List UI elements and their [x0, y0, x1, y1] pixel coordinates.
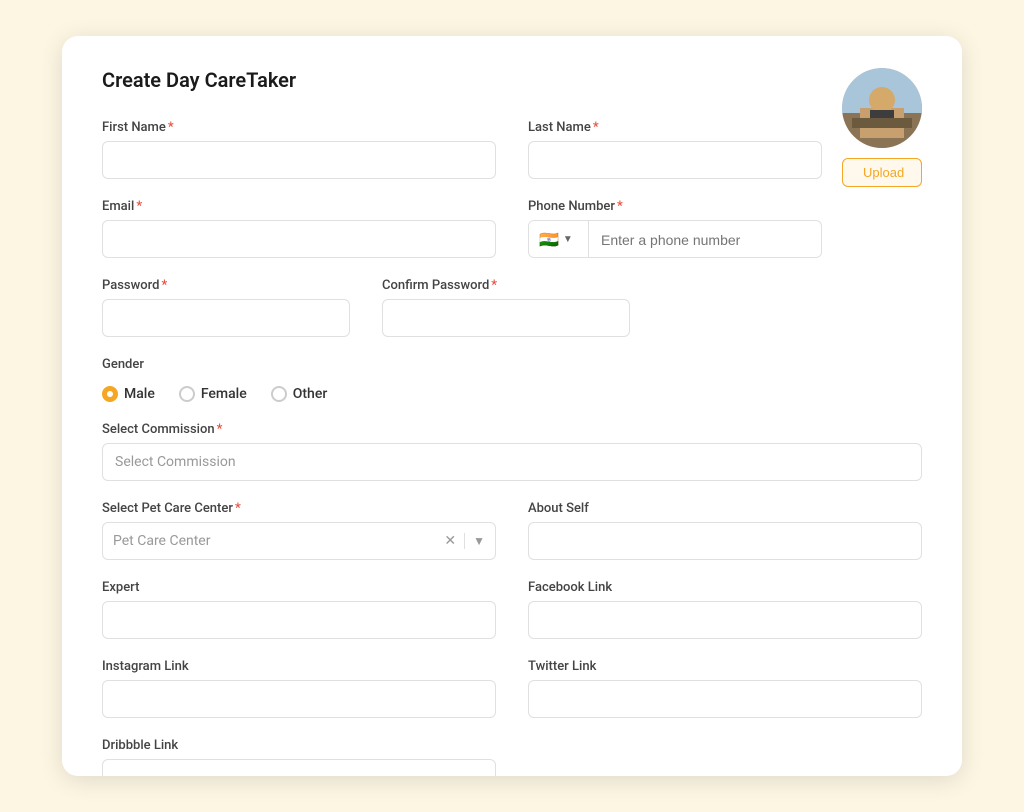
avatar-upload-section: Upload: [842, 68, 922, 187]
dribbble-link-group: Dribbble Link: [102, 738, 496, 776]
clear-icon[interactable]: ✕: [444, 533, 456, 549]
first-name-label: First Name*: [102, 120, 496, 135]
about-self-input[interactable]: [528, 522, 922, 560]
form-grid: First Name* Last Name* Email*: [102, 120, 922, 776]
last-name-group: Last Name*: [528, 120, 822, 179]
gender-male-radio[interactable]: [102, 386, 118, 402]
first-name-group: First Name*: [102, 120, 496, 179]
gender-other-radio[interactable]: [271, 386, 287, 402]
select-divider: [464, 533, 465, 549]
select-commission-placeholder: Select Commission: [115, 454, 236, 470]
expert-group: Expert: [102, 580, 496, 639]
india-flag-icon: 🇮🇳: [539, 230, 559, 249]
gender-female-radio[interactable]: [179, 386, 195, 402]
password-label: Password*: [102, 278, 350, 293]
multiselect-icons: ✕ ▼: [444, 533, 485, 549]
expert-input[interactable]: [102, 601, 496, 639]
phone-flag-selector[interactable]: 🇮🇳 ▼: [529, 221, 589, 257]
last-name-input[interactable]: [528, 141, 822, 179]
instagram-link-label: Instagram Link: [102, 659, 496, 674]
about-self-group: About Self: [528, 501, 922, 560]
twitter-link-label: Twitter Link: [528, 659, 922, 674]
gender-other-label: Other: [293, 386, 328, 402]
dribbble-link-label: Dribbble Link: [102, 738, 496, 753]
about-self-label: About Self: [528, 501, 922, 516]
phone-input[interactable]: [589, 221, 821, 258]
gender-male-option[interactable]: Male: [102, 386, 155, 402]
instagram-link-input[interactable]: [102, 680, 496, 718]
gender-female-option[interactable]: Female: [179, 386, 247, 402]
phone-field-wrapper: 🇮🇳 ▼: [528, 220, 822, 258]
chevron-down-icon[interactable]: ▼: [473, 534, 485, 548]
pet-care-center-multiselect[interactable]: Pet Care Center ✕ ▼: [102, 522, 496, 560]
gender-female-label: Female: [201, 386, 247, 402]
select-pet-care-center-label: Select Pet Care Center*: [102, 501, 496, 516]
avatar: [842, 68, 922, 148]
facebook-link-input[interactable]: [528, 601, 922, 639]
gender-other-option[interactable]: Other: [271, 386, 328, 402]
password-group: Password*: [102, 278, 350, 337]
upload-button[interactable]: Upload: [842, 158, 922, 187]
twitter-link-group: Twitter Link: [528, 659, 922, 718]
gender-label: Gender: [102, 357, 922, 372]
phone-number-label: Phone Number*: [528, 199, 822, 214]
email-label: Email*: [102, 199, 496, 214]
select-commission-dropdown[interactable]: Select Commission: [102, 443, 922, 481]
confirm-password-label: Confirm Password*: [382, 278, 630, 293]
last-name-label: Last Name*: [528, 120, 822, 135]
phone-number-group: Phone Number* 🇮🇳 ▼: [528, 199, 822, 258]
confirm-password-input[interactable]: [382, 299, 630, 337]
expert-label: Expert: [102, 580, 496, 595]
gender-male-label: Male: [124, 386, 155, 402]
pet-care-center-placeholder: Pet Care Center: [113, 533, 210, 549]
password-input[interactable]: [102, 299, 350, 337]
select-commission-label: Select Commission*: [102, 422, 922, 437]
form-title: Create Day CareTaker: [102, 68, 922, 92]
select-pet-care-center-group: Select Pet Care Center* Pet Care Center …: [102, 501, 496, 560]
form-card: Upload Create Day CareTaker First Name* …: [62, 36, 962, 776]
gender-options: Male Female Other: [102, 386, 922, 402]
password-row: Password* Confirm Password*: [102, 278, 922, 337]
confirm-password-group: Confirm Password*: [382, 278, 630, 337]
phone-dropdown-arrow: ▼: [563, 234, 573, 245]
facebook-link-group: Facebook Link: [528, 580, 922, 639]
select-commission-group: Select Commission* Select Commission: [102, 422, 922, 481]
instagram-link-group: Instagram Link: [102, 659, 496, 718]
dribbble-link-input[interactable]: [102, 759, 496, 776]
first-name-input[interactable]: [102, 141, 496, 179]
email-input[interactable]: [102, 220, 496, 258]
twitter-link-input[interactable]: [528, 680, 922, 718]
page-wrapper: Upload Create Day CareTaker First Name* …: [0, 0, 1024, 812]
gender-group: Gender Male Female Other: [102, 357, 922, 402]
email-group: Email*: [102, 199, 496, 258]
facebook-link-label: Facebook Link: [528, 580, 922, 595]
